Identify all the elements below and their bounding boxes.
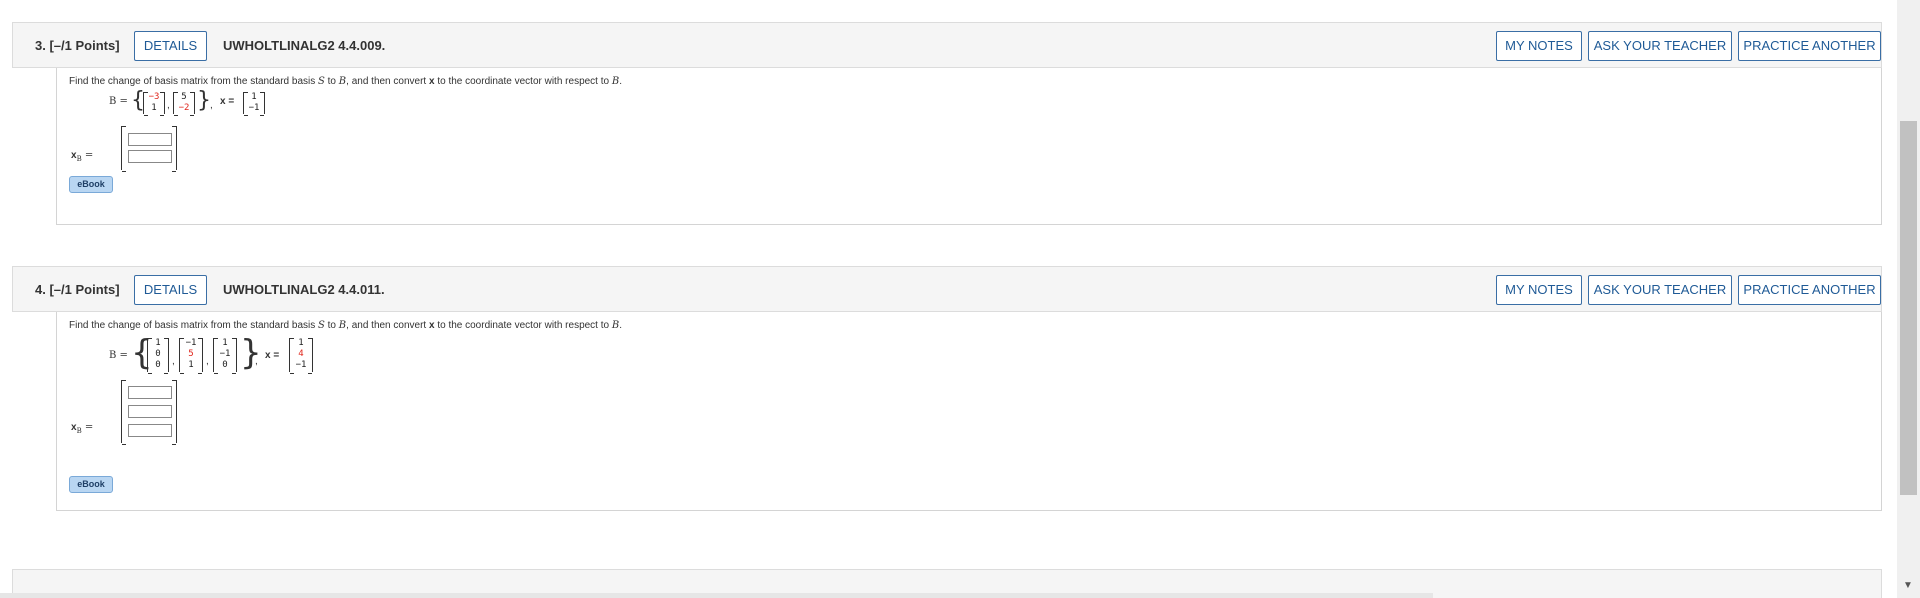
matrix-entry: 0 (155, 349, 161, 359)
comma: , (206, 356, 209, 367)
question-number: 3. [–/1 Points] (35, 38, 120, 53)
question-4: 4. [–/1 Points] DETAILS UWHOLTLINALG2 4.… (12, 266, 1882, 511)
basis-vector-3: 1 −1 0 (213, 338, 237, 374)
matrix-entry: −2 (178, 103, 190, 113)
comma: , (210, 100, 213, 111)
matrix-entry: −1 (248, 103, 260, 113)
details-button[interactable]: DETAILS (134, 31, 207, 61)
answer-input-1[interactable] (128, 386, 172, 399)
ebook-button[interactable]: eBook (69, 176, 113, 193)
ask-teacher-button[interactable]: ASK YOUR TEACHER (1588, 275, 1732, 305)
matrix-entry: 4 (298, 349, 304, 359)
question-header: 4. [–/1 Points] DETAILS UWHOLTLINALG2 4.… (12, 266, 1882, 312)
question-header: 3. [–/1 Points] DETAILS UWHOLTLINALG2 4.… (12, 22, 1882, 68)
matrix-entry: 1 (222, 338, 228, 348)
question-prompt: Find the change of basis matrix from the… (69, 76, 623, 87)
ask-teacher-button[interactable]: ASK YOUR TEACHER (1588, 31, 1732, 61)
matrix-entry: 1 (251, 92, 257, 102)
my-notes-button[interactable]: MY NOTES (1496, 275, 1582, 305)
matrix-entry: 0 (155, 360, 161, 370)
question-body: Find the change of basis matrix from the… (56, 68, 1882, 225)
question-number: 4. [–/1 Points] (35, 282, 120, 297)
matrix-entry: 1 (151, 103, 157, 113)
x-vector: 1 −1 (243, 92, 265, 116)
vertical-scrollbar[interactable]: ▼ (1897, 0, 1920, 598)
answer-label: xB = (71, 150, 94, 163)
horizontal-scrollbar[interactable] (0, 593, 1433, 598)
practice-another-button[interactable]: PRACTICE ANOTHER (1738, 31, 1881, 61)
comma: , (167, 100, 170, 111)
matrix-entry: 1 (298, 338, 304, 348)
matrix-entry: 0 (222, 360, 228, 370)
practice-another-button[interactable]: PRACTICE ANOTHER (1738, 275, 1881, 305)
matrix-entry: −1 (219, 349, 231, 359)
details-button[interactable]: DETAILS (134, 275, 207, 305)
question-body: Find the change of basis matrix from the… (56, 312, 1882, 511)
question-3: 3. [–/1 Points] DETAILS UWHOLTLINALG2 4.… (12, 22, 1882, 225)
answer-input-2[interactable] (128, 405, 172, 418)
answer-input-3[interactable] (128, 424, 172, 437)
basis-vector-2: 5 −2 (173, 92, 195, 116)
scroll-down-arrow-icon[interactable]: ▼ (1903, 580, 1913, 591)
matrix-entry: −1 (185, 338, 197, 348)
basis-label: B = (109, 350, 128, 361)
matrix-entry: 1 (188, 360, 194, 370)
question-prompt: Find the change of basis matrix from the… (69, 320, 623, 331)
right-brace: } (197, 88, 211, 113)
x-vector: 1 4 −1 (289, 338, 313, 374)
scrollbar-thumb[interactable] (1900, 121, 1917, 495)
page: 3. [–/1 Points] DETAILS UWHOLTLINALG2 4.… (0, 0, 1897, 598)
matrix-entry: 5 (181, 92, 187, 102)
question-id: UWHOLTLINALG2 4.4.009. (223, 38, 386, 53)
basis-vector-1: 1 0 0 (147, 338, 169, 374)
matrix-entry: 1 (155, 338, 161, 348)
basis-vector-1: −3 1 (143, 92, 165, 116)
answer-vector (121, 126, 177, 172)
comma: , (255, 356, 258, 367)
matrix-entry: −3 (148, 92, 160, 102)
question-id: UWHOLTLINALG2 4.4.011. (223, 282, 385, 297)
comma: , (172, 356, 175, 367)
answer-label: xB = (71, 422, 94, 435)
x-label: x = (265, 350, 280, 361)
answer-input-2[interactable] (128, 150, 172, 163)
x-label: x = (220, 96, 235, 107)
basis-label: B = (109, 96, 128, 107)
right-brace: } (240, 333, 262, 373)
my-notes-button[interactable]: MY NOTES (1496, 31, 1582, 61)
basis-vector-2: −1 5 1 (179, 338, 203, 374)
matrix-entry: 5 (188, 349, 194, 359)
answer-vector (121, 380, 177, 445)
ebook-button[interactable]: eBook (69, 476, 113, 493)
matrix-entry: −1 (295, 360, 307, 370)
answer-input-1[interactable] (128, 133, 172, 146)
